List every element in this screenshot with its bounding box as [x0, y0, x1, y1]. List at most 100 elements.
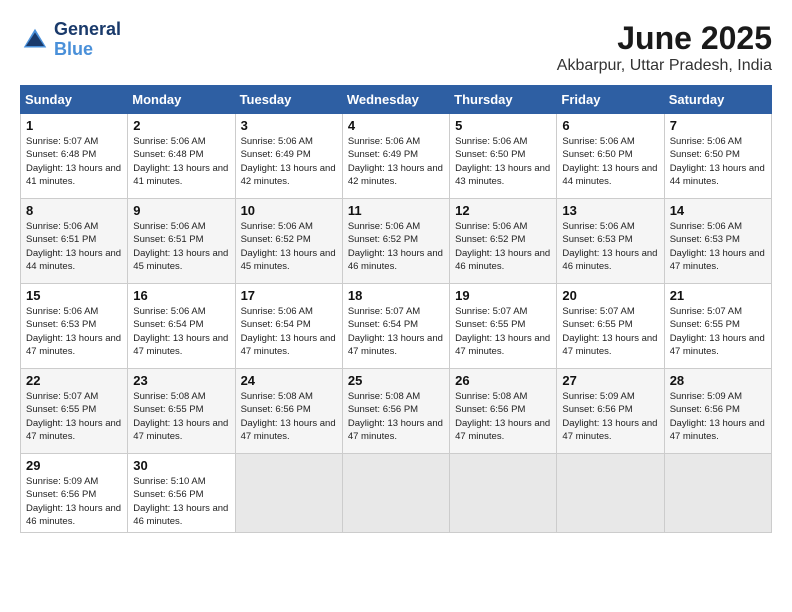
day-info: Sunrise: 5:07 AMSunset: 6:55 PMDaylight:… — [26, 390, 122, 443]
table-row: 10 Sunrise: 5:06 AMSunset: 6:52 PMDayligh… — [235, 199, 342, 284]
col-friday: Friday — [557, 86, 664, 114]
calendar-header-row: Sunday Monday Tuesday Wednesday Thursday… — [21, 86, 772, 114]
table-row: 3 Sunrise: 5:06 AMSunset: 6:49 PMDaylight… — [235, 114, 342, 199]
day-info: Sunrise: 5:06 AMSunset: 6:52 PMDaylight:… — [455, 220, 551, 273]
day-number: 2 — [133, 118, 229, 133]
day-number: 9 — [133, 203, 229, 218]
table-row: 1 Sunrise: 5:07 AMSunset: 6:48 PMDaylight… — [21, 114, 128, 199]
day-number: 15 — [26, 288, 122, 303]
day-number: 11 — [348, 203, 444, 218]
day-number: 7 — [670, 118, 766, 133]
month-title: June 2025 — [557, 20, 772, 57]
day-info: Sunrise: 5:09 AMSunset: 6:56 PMDaylight:… — [26, 475, 122, 528]
day-number: 23 — [133, 373, 229, 388]
table-row: 2 Sunrise: 5:06 AMSunset: 6:48 PMDaylight… — [128, 114, 235, 199]
table-row: 6 Sunrise: 5:06 AMSunset: 6:50 PMDaylight… — [557, 114, 664, 199]
day-info: Sunrise: 5:06 AMSunset: 6:50 PMDaylight:… — [455, 135, 551, 188]
day-info: Sunrise: 5:07 AMSunset: 6:48 PMDaylight:… — [26, 135, 122, 188]
day-number: 20 — [562, 288, 658, 303]
table-row: 8 Sunrise: 5:06 AMSunset: 6:51 PMDaylight… — [21, 199, 128, 284]
day-info: Sunrise: 5:08 AMSunset: 6:56 PMDaylight:… — [241, 390, 337, 443]
day-info: Sunrise: 5:06 AMSunset: 6:53 PMDaylight:… — [26, 305, 122, 358]
logo: General Blue — [20, 20, 121, 60]
day-number: 12 — [455, 203, 551, 218]
col-wednesday: Wednesday — [342, 86, 449, 114]
table-row: 26 Sunrise: 5:08 AMSunset: 6:56 PMDayligh… — [450, 369, 557, 454]
col-monday: Monday — [128, 86, 235, 114]
day-info: Sunrise: 5:09 AMSunset: 6:56 PMDaylight:… — [562, 390, 658, 443]
table-row: 20 Sunrise: 5:07 AMSunset: 6:55 PMDayligh… — [557, 284, 664, 369]
logo-text: General Blue — [54, 20, 121, 60]
table-row: 18Sunrise: 5:07 AMSunset: 6:54 PMDayligh… — [342, 284, 449, 369]
day-number: 6 — [562, 118, 658, 133]
day-info: Sunrise: 5:06 AMSunset: 6:50 PMDaylight:… — [670, 135, 766, 188]
day-number: 3 — [241, 118, 337, 133]
day-number: 13 — [562, 203, 658, 218]
col-tuesday: Tuesday — [235, 86, 342, 114]
day-info: Sunrise: 5:06 AMSunset: 6:54 PMDaylight:… — [241, 305, 337, 358]
day-number: 14 — [670, 203, 766, 218]
day-number: 21 — [670, 288, 766, 303]
day-number: 4 — [348, 118, 444, 133]
day-info: Sunrise: 5:06 AMSunset: 6:49 PMDaylight:… — [241, 135, 337, 188]
day-info: Sunrise: 5:06 AMSunset: 6:54 PMDaylight:… — [133, 305, 229, 358]
col-saturday: Saturday — [664, 86, 771, 114]
title-block: June 2025 Akbarpur, Uttar Pradesh, India — [557, 20, 772, 75]
table-row: 13 Sunrise: 5:06 AMSunset: 6:53 PMDayligh… — [557, 199, 664, 284]
table-row: 25 Sunrise: 5:08 AMSunset: 6:56 PMDayligh… — [342, 369, 449, 454]
page-header: General Blue June 2025 Akbarpur, Uttar P… — [20, 20, 772, 75]
day-info: Sunrise: 5:07 AMSunset: 6:55 PMDaylight:… — [562, 305, 658, 358]
day-number: 16 — [133, 288, 229, 303]
table-row: 19 Sunrise: 5:07 AMSunset: 6:55 PMDayligh… — [450, 284, 557, 369]
day-info: Sunrise: 5:06 AMSunset: 6:53 PMDaylight:… — [562, 220, 658, 273]
day-info: Sunrise: 5:09 AMSunset: 6:56 PMDaylight:… — [670, 390, 766, 443]
day-info: Sunrise: 5:10 AMSunset: 6:56 PMDaylight:… — [133, 475, 229, 528]
day-number: 5 — [455, 118, 551, 133]
table-row: 24 Sunrise: 5:08 AMSunset: 6:56 PMDayligh… — [235, 369, 342, 454]
day-info: Sunrise: 5:07 AMSunset: 6:54 PMDaylight:… — [348, 305, 444, 358]
day-number: 17 — [241, 288, 337, 303]
day-number: 25 — [348, 373, 444, 388]
table-row: 17 Sunrise: 5:06 AMSunset: 6:54 PMDayligh… — [235, 284, 342, 369]
day-info: Sunrise: 5:06 AMSunset: 6:53 PMDaylight:… — [670, 220, 766, 273]
table-row: 5 Sunrise: 5:06 AMSunset: 6:50 PMDaylight… — [450, 114, 557, 199]
table-row: 16 Sunrise: 5:06 AMSunset: 6:54 PMDayligh… — [128, 284, 235, 369]
table-row: 7 Sunrise: 5:06 AMSunset: 6:50 PMDaylight… — [664, 114, 771, 199]
day-number: 26 — [455, 373, 551, 388]
day-info: Sunrise: 5:06 AMSunset: 6:48 PMDaylight:… — [133, 135, 229, 188]
table-row: 12 Sunrise: 5:06 AMSunset: 6:52 PMDayligh… — [450, 199, 557, 284]
day-info: Sunrise: 5:08 AMSunset: 6:56 PMDaylight:… — [455, 390, 551, 443]
table-row: 4 Sunrise: 5:06 AMSunset: 6:49 PMDaylight… — [342, 114, 449, 199]
col-sunday: Sunday — [21, 86, 128, 114]
day-number: 30 — [133, 458, 229, 473]
day-info: Sunrise: 5:08 AMSunset: 6:55 PMDaylight:… — [133, 390, 229, 443]
day-number: 27 — [562, 373, 658, 388]
col-thursday: Thursday — [450, 86, 557, 114]
day-info: Sunrise: 5:07 AMSunset: 6:55 PMDaylight:… — [455, 305, 551, 358]
day-number: 19 — [455, 288, 551, 303]
table-row: 21 Sunrise: 5:07 AMSunset: 6:55 PMDayligh… — [664, 284, 771, 369]
table-row: 15 Sunrise: 5:06 AMSunset: 6:53 PMDayligh… — [21, 284, 128, 369]
day-number: 22 — [26, 373, 122, 388]
day-info: Sunrise: 5:06 AMSunset: 6:52 PMDaylight:… — [241, 220, 337, 273]
calendar-table: Sunday Monday Tuesday Wednesday Thursday… — [20, 85, 772, 533]
day-number: 1 — [26, 118, 122, 133]
table-row: 11 Sunrise: 5:06 AMSunset: 6:52 PMDayligh… — [342, 199, 449, 284]
day-number: 10 — [241, 203, 337, 218]
logo-icon — [20, 25, 50, 55]
table-row: 23 Sunrise: 5:08 AMSunset: 6:55 PMDayligh… — [128, 369, 235, 454]
table-row: 9Sunrise: 5:06 AMSunset: 6:51 PMDaylight… — [128, 199, 235, 284]
table-row: 28Sunrise: 5:09 AMSunset: 6:56 PMDayligh… — [664, 369, 771, 454]
logo-line2: Blue — [54, 39, 93, 59]
day-info: Sunrise: 5:06 AMSunset: 6:49 PMDaylight:… — [348, 135, 444, 188]
day-info: Sunrise: 5:08 AMSunset: 6:56 PMDaylight:… — [348, 390, 444, 443]
day-info: Sunrise: 5:06 AMSunset: 6:52 PMDaylight:… — [348, 220, 444, 273]
day-number: 8 — [26, 203, 122, 218]
day-info: Sunrise: 5:06 AMSunset: 6:50 PMDaylight:… — [562, 135, 658, 188]
day-info: Sunrise: 5:07 AMSunset: 6:55 PMDaylight:… — [670, 305, 766, 358]
table-row: 27 Sunrise: 5:09 AMSunset: 6:56 PMDayligh… — [557, 369, 664, 454]
table-row: 29Sunrise: 5:09 AMSunset: 6:56 PMDayligh… — [21, 454, 128, 533]
day-number: 24 — [241, 373, 337, 388]
table-row: 14 Sunrise: 5:06 AMSunset: 6:53 PMDayligh… — [664, 199, 771, 284]
day-info: Sunrise: 5:06 AMSunset: 6:51 PMDaylight:… — [26, 220, 122, 273]
